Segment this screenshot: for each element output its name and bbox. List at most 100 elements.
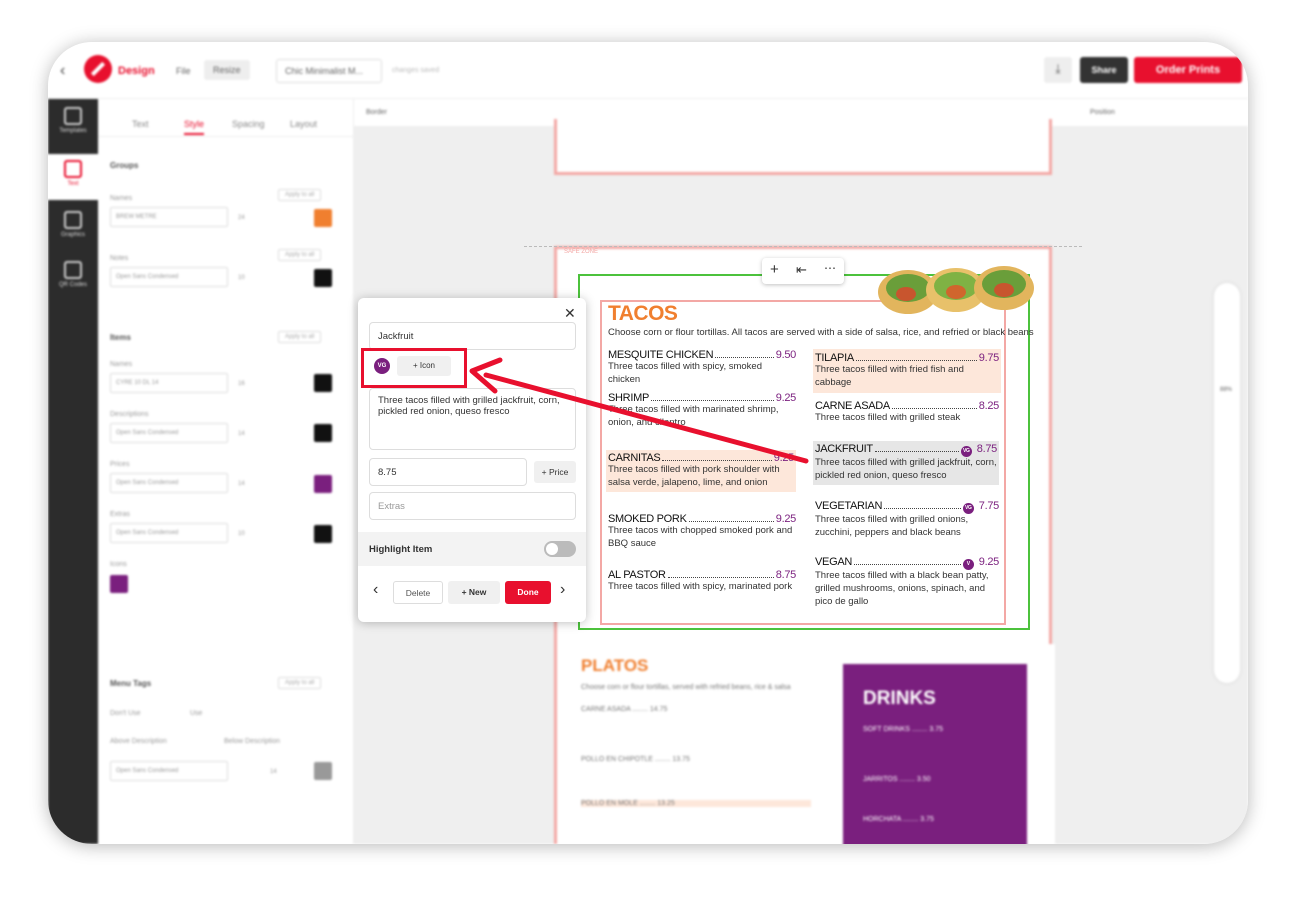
vegetarian-badge-icon: VG (962, 503, 974, 514)
group-names-color-swatch[interactable] (314, 209, 332, 227)
group-notes-size[interactable]: 10 (238, 275, 245, 281)
safe-zone-label: SAFE ZONE (564, 249, 599, 255)
rail-graphics[interactable]: Graphics (48, 211, 98, 238)
menu-item[interactable]: CARNE ASADA 8.25 Three tacos filled with … (815, 400, 999, 425)
item-description: Three tacos with chopped smoked pork and… (608, 525, 793, 549)
prices-font-select[interactable]: Open Sans Condensed (110, 473, 228, 493)
rail-text[interactable]: Text (48, 154, 98, 200)
menu-item-highlighted[interactable]: TILAPIA 9.75 Three tacos filled with frie… (813, 349, 1001, 393)
file-menu[interactable]: File (176, 66, 191, 76)
tacos-intro[interactable]: Choose corn or flour tortillas. All taco… (608, 327, 1034, 338)
icons-label: Icons (110, 561, 127, 568)
tacos-title[interactable]: TACOS (608, 302, 678, 326)
tab-text[interactable]: Text (132, 119, 149, 129)
rail-templates[interactable]: Templates (48, 107, 98, 134)
lower-menu-section: PLATOS Choose corn or flour tortillas, s… (557, 644, 1055, 844)
menu-item[interactable]: SHRIMP 9.25 Three tacos filled with marin… (608, 392, 796, 430)
group-notes-color-swatch[interactable] (314, 269, 332, 287)
add-icon[interactable]: + (770, 261, 779, 278)
menu-item[interactable]: VEGETARIAN VG 7.75 Three tacos filled with… (815, 500, 999, 540)
safe-zone-guide (524, 246, 1082, 247)
tags-font-select[interactable]: Open Sans Condensed (110, 761, 228, 781)
done-button[interactable]: Done (505, 581, 551, 604)
previous-item-icon[interactable]: ‹ (373, 581, 378, 599)
move-icon[interactable]: ⇤ (796, 262, 807, 278)
descriptions-font-select[interactable]: Open Sans Condensed (110, 423, 228, 443)
document-name-input[interactable]: Chic Minimalist M... (276, 59, 382, 83)
item-name-row: SMOKED PORK 9.25 (608, 513, 796, 525)
item-name: SMOKED PORK (608, 513, 687, 525)
extras-input[interactable]: Extras (369, 492, 576, 520)
extras-font-select[interactable]: Open Sans Condensed (110, 523, 228, 543)
resize-button[interactable]: Resize (204, 60, 250, 80)
rail-label: Templates (59, 128, 87, 134)
section-toolbar: + ⇤ ⋯ (762, 258, 844, 284)
dot-leader (874, 444, 959, 452)
menu-item[interactable]: VEGAN V 9.25 Three tacos filled with a bla… (815, 556, 999, 608)
back-icon[interactable]: ‹ (60, 62, 65, 80)
item-description: Three tacos filled with marinated shrimp… (608, 404, 779, 428)
next-item-icon[interactable]: › (560, 581, 565, 599)
extras-size[interactable]: 10 (238, 531, 245, 537)
graphics-icon (64, 211, 82, 229)
descriptions-size[interactable]: 14 (238, 431, 245, 437)
close-icon[interactable]: ✕ (564, 305, 576, 322)
more-options-icon[interactable]: ⋯ (824, 261, 836, 275)
download-icon[interactable]: ⤓ (1044, 57, 1072, 83)
item-price: 9.25 (775, 513, 797, 525)
apply-all-button[interactable]: Apply to all (278, 677, 322, 689)
item-names-color-swatch[interactable] (314, 374, 332, 392)
item-name-row: VEGETARIAN VG 7.75 (815, 500, 999, 514)
below-description-label: Below Description (224, 738, 281, 745)
item-price: 8.25 (978, 400, 1000, 412)
add-price-button[interactable]: + Price (534, 461, 576, 483)
order-prints-button[interactable]: Order Prints (1134, 57, 1242, 83)
item-name-input[interactable]: Jackfruit (369, 322, 576, 350)
item-description: Three tacos filled with pork shoulder wi… (608, 464, 780, 488)
group-names-size[interactable]: 24 (238, 215, 245, 221)
menu-item[interactable]: MESQUITE CHICKEN 9.50 Three tacos filled … (608, 349, 796, 387)
apply-all-button[interactable]: Apply to all (278, 189, 322, 201)
apply-all-button[interactable]: Apply to all (278, 249, 322, 261)
menu-item[interactable]: SMOKED PORK 9.25 Three tacos with chopped… (608, 513, 796, 551)
delete-button[interactable]: Delete (393, 581, 443, 604)
prices-color-swatch[interactable] (314, 475, 332, 493)
icons-color-swatch[interactable] (110, 575, 128, 593)
highlight-item-toggle[interactable] (544, 541, 576, 557)
group-notes-font-select[interactable]: Open Sans Condensed (110, 267, 228, 287)
item-names-size[interactable]: 16 (238, 381, 245, 387)
tags-color-swatch[interactable] (314, 762, 332, 780)
tab-spacing[interactable]: Spacing (232, 119, 265, 129)
tab-layout[interactable]: Layout (290, 119, 317, 129)
dont-use-label: Don't Use (110, 710, 141, 717)
item-price-input[interactable]: 8.75 (369, 458, 527, 486)
tags-size[interactable]: 14 (270, 769, 277, 775)
group-names-font-select[interactable]: BREW METRE (110, 207, 228, 227)
above-description-label: Above Description (110, 738, 167, 745)
border-tool[interactable]: Border (366, 109, 387, 116)
brand-logo-icon (84, 55, 112, 83)
items-heading: Items (110, 333, 131, 342)
item-name-row: SHRIMP 9.25 (608, 392, 796, 404)
share-button[interactable]: Share (1080, 57, 1128, 83)
panel-tabs: Text Style Spacing Layout (98, 113, 354, 137)
prices-size[interactable]: 14 (238, 481, 245, 487)
menu-item-selected[interactable]: JACKFRUIT VG 8.75 Three tacos filled with … (813, 441, 999, 485)
descriptions-color-swatch[interactable] (314, 424, 332, 442)
item-name-row: CARNE ASADA 8.25 (815, 400, 999, 412)
menu-item-highlighted[interactable]: CARNITAS 9.25 Three tacos filled with por… (606, 450, 796, 492)
item-names-font-select[interactable]: CYRE 10 DL 14 (110, 373, 228, 393)
extras-color-swatch[interactable] (314, 525, 332, 543)
apply-all-button[interactable]: Apply to all (278, 331, 322, 343)
item-description-input[interactable]: Three tacos filled with grilled jackfrui… (369, 388, 576, 450)
new-item-button[interactable]: + New (448, 581, 500, 604)
item-description: Three tacos filled with grilled steak (815, 412, 961, 423)
position-tool[interactable]: Position (1090, 109, 1115, 116)
menu-tags-heading: Menu Tags (110, 679, 152, 688)
rail-qr-codes[interactable]: QR Codes (48, 261, 98, 288)
menu-item[interactable]: AL PASTOR 8.75 Three tacos filled with sp… (608, 569, 796, 594)
item-name: MESQUITE CHICKEN (608, 349, 714, 361)
rail-label: Graphics (60, 232, 85, 238)
tab-style[interactable]: Style (184, 119, 205, 135)
item-name: AL PASTOR (608, 569, 666, 581)
